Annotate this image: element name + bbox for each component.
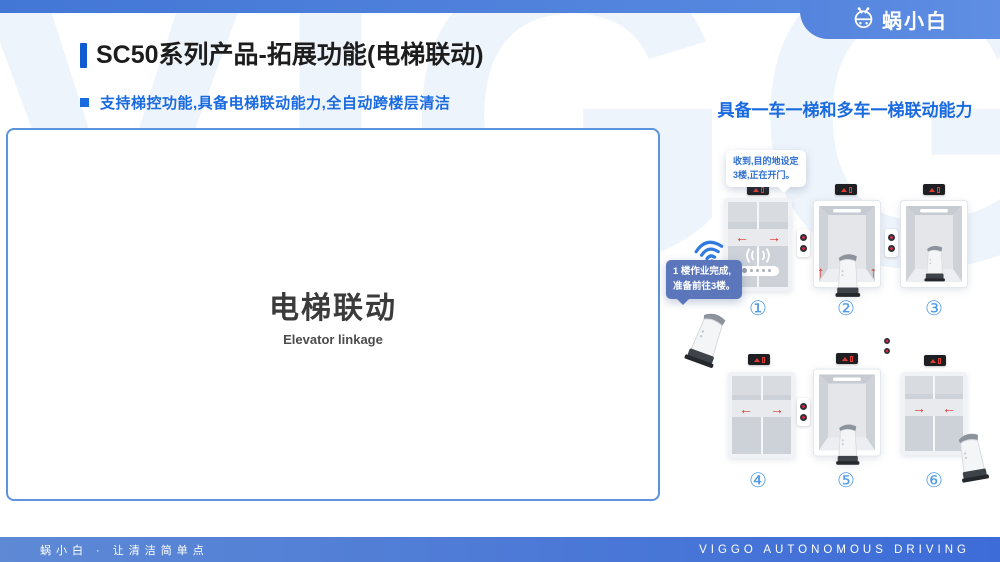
door-open-arrow-icon: ← <box>739 402 753 416</box>
floor-display-icon <box>923 184 945 195</box>
robot-enter-arrow-icon: ↑ <box>870 264 878 281</box>
step-number-1: ① <box>745 296 771 321</box>
snail-logo-icon <box>852 6 875 34</box>
card-subtitle: Elevator linkage <box>283 332 383 347</box>
door-panel-indicator <box>737 266 779 276</box>
slide: VIGGO 蜗小白 SC50系列产品-拓展功能(电梯联动) 支持梯控功能,具备电… <box>0 0 1000 562</box>
hall-call-buttons <box>885 229 898 257</box>
step-number-4: ④ <box>745 468 771 493</box>
step-number-3: ③ <box>921 296 947 321</box>
elevator-linkage-card: 电梯联动 Elevator linkage <box>6 128 660 501</box>
door-arrow-band: ← → <box>732 400 791 417</box>
robot-enter-arrow-icon: ↑ <box>817 264 825 281</box>
door-close-arrow-icon: ← <box>942 401 956 415</box>
footer-bar: 蜗小白 · 让清洁简单点 VIGGO AUTONOMOUS DRIVING <box>0 537 1000 562</box>
floor-display-icon <box>748 354 770 365</box>
door-arrow-band: ← → <box>728 229 788 246</box>
door-open-arrow-icon: → <box>770 402 784 416</box>
cleaning-robot <box>946 427 995 489</box>
door-open-arrow-icon: ← <box>735 230 749 244</box>
elevator-2-robot-entering: ↑ ↑ <box>813 200 881 288</box>
bubble-line: 3楼,正在开门。 <box>733 169 799 183</box>
step-number-5: ⑤ <box>833 468 859 493</box>
elevator-3-robot-inside <box>900 200 968 288</box>
elevator-5-robot-exiting <box>813 368 881 457</box>
title-accent-bar <box>80 43 87 68</box>
cleaning-robot <box>830 420 864 470</box>
bubble-line: 1 楼作业完成, <box>673 265 735 280</box>
illustration-heading: 具备一车一梯和多车一梯联动能力 <box>695 96 995 121</box>
elevator-speech-bubble: 收到,目的地设定 3楼,正在开门。 <box>726 150 806 187</box>
card-title: 电梯联动 <box>269 283 397 327</box>
title-text: SC50系列产品-拓展功能(电梯联动) <box>96 42 484 70</box>
logo-text: 蜗小白 <box>882 5 948 34</box>
bubble-line: 准备前往3楼。 <box>673 280 735 295</box>
floor-display-icon <box>836 353 858 364</box>
elevator-4-doors-opening: ← → <box>728 372 795 458</box>
floor-display-icon <box>924 355 946 366</box>
footer-slogan: 蜗小白 · 让清洁简单点 <box>40 542 209 558</box>
footer-brand: VIGGO AUTONOMOUS DRIVING <box>699 544 970 556</box>
bubble-line: 收到,目的地设定 <box>733 155 799 169</box>
hall-call-buttons <box>884 338 890 354</box>
step-number-2: ② <box>833 296 859 321</box>
door-arrow-band: → ← <box>905 399 963 416</box>
cleaning-robot <box>919 242 949 286</box>
bullet-square-icon <box>80 98 89 107</box>
hall-call-buttons <box>797 229 810 257</box>
hall-call-buttons <box>797 398 810 426</box>
feature-bullet: 支持梯控功能,具备电梯联动能力,全自动跨楼层清洁 <box>80 92 450 113</box>
cleaning-robot <box>829 250 865 302</box>
brand-logo: 蜗小白 <box>800 0 1000 39</box>
door-open-arrow-icon: → <box>767 230 781 244</box>
bullet-text: 支持梯控功能,具备电梯联动能力,全自动跨楼层清洁 <box>100 92 450 113</box>
door-close-arrow-icon: → <box>912 401 926 415</box>
step-number-6: ⑥ <box>921 468 947 493</box>
floor-display-icon <box>835 184 857 195</box>
robot-speech-bubble: 1 楼作业完成, 准备前往3楼。 <box>666 260 742 299</box>
page-title: SC50系列产品-拓展功能(电梯联动) <box>80 42 484 70</box>
